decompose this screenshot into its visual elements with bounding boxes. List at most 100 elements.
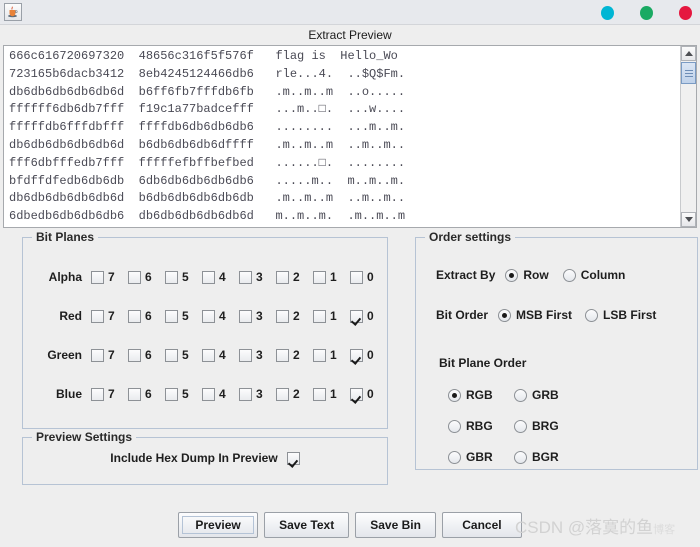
bit-cell: 6 (128, 309, 165, 323)
checkbox-green-bit-4[interactable] (202, 348, 215, 362)
radio-bit-plane-order-rbg[interactable]: RBG (448, 419, 514, 433)
checkbox-blue-bit-1[interactable] (313, 387, 326, 401)
checkbox-alpha-bit-2[interactable] (276, 270, 289, 284)
window-minimize-button[interactable] (601, 5, 614, 20)
checkbox-blue-bit-7[interactable] (91, 387, 104, 401)
bit-number-label: 7 (108, 309, 115, 323)
preview-vertical-scrollbar[interactable] (680, 46, 696, 227)
checkbox-blue-bit-5[interactable] (165, 387, 178, 401)
bit-cell: 7 (91, 387, 128, 401)
bit-number-label: 2 (293, 309, 300, 323)
bit-cell: 5 (165, 270, 202, 284)
window-close-button[interactable] (679, 5, 692, 20)
radio-label: LSB First (603, 308, 657, 322)
radio-indicator[interactable] (448, 450, 461, 464)
radio-indicator[interactable] (498, 308, 512, 322)
java-coffee-cup-icon (4, 3, 22, 21)
hex-dump-textarea[interactable]: 666c616720697320 48656c316f5f576f flag i… (4, 46, 680, 227)
bit-number-label: 0 (367, 387, 374, 401)
bit-cell: 0 (350, 348, 387, 362)
checkbox-red-bit-1[interactable] (313, 309, 326, 323)
bit-cell: 6 (128, 348, 165, 362)
bit-plane-order-label: Bit Plane Order (439, 356, 527, 370)
checkbox-alpha-bit-6[interactable] (128, 270, 141, 284)
checkbox-red-bit-2[interactable] (276, 309, 289, 323)
radio-bit-plane-order-brg[interactable]: BRG (514, 419, 580, 433)
checkbox-green-bit-3[interactable] (239, 348, 252, 362)
checkbox-alpha-bit-1[interactable] (313, 270, 326, 284)
bit-plane-row-green: Green 7 6 5 4 3 2 1 0 (23, 344, 387, 366)
checkbox-alpha-bit-0[interactable] (350, 270, 363, 284)
bit-cell: 5 (165, 348, 202, 362)
cancel-button[interactable]: Cancel (441, 512, 522, 538)
checkbox-alpha-bit-4[interactable] (202, 270, 215, 284)
scroll-down-arrow-icon[interactable] (681, 212, 696, 227)
checkbox-red-bit-4[interactable] (202, 309, 215, 323)
scrollbar-thumb[interactable] (681, 62, 696, 84)
checkbox-alpha-bit-5[interactable] (165, 270, 178, 284)
radio-extract-by-column[interactable]: Column (562, 268, 626, 282)
radio-bit-plane-order-bgr[interactable]: BGR (514, 450, 580, 464)
window-maximize-button[interactable] (640, 5, 653, 20)
extract-by-label: Extract By (436, 268, 496, 282)
save-text-button[interactable]: Save Text (264, 512, 350, 538)
radio-label: MSB First (516, 308, 573, 322)
radio-indicator[interactable] (514, 450, 527, 464)
checkbox-green-bit-7[interactable] (91, 348, 104, 362)
bit-plane-row-blue: Blue 7 6 5 4 3 2 1 0 (23, 383, 387, 405)
checkbox-alpha-bit-3[interactable] (239, 270, 252, 284)
preview-button[interactable]: Preview (178, 512, 259, 538)
radio-bit-plane-order-grb[interactable]: GRB (514, 388, 580, 402)
radio-indicator[interactable] (448, 419, 461, 433)
bit-cell: 3 (239, 387, 276, 401)
radio-label: Column (580, 268, 626, 282)
radio-bit-plane-order-rgb[interactable]: RGB (448, 388, 514, 402)
checkbox-red-bit-0[interactable] (350, 309, 363, 323)
bit-number-label: 6 (145, 309, 152, 323)
radio-extract-by-row[interactable]: Row (505, 268, 549, 282)
radio-indicator[interactable] (514, 419, 527, 433)
checkbox-blue-bit-0[interactable] (350, 387, 363, 401)
radio-bit-plane-order-gbr[interactable]: GBR (448, 450, 514, 464)
checkbox-green-bit-1[interactable] (313, 348, 326, 362)
checkbox-red-bit-5[interactable] (165, 309, 178, 323)
radio-indicator[interactable] (514, 388, 527, 402)
checkbox-green-bit-5[interactable] (165, 348, 178, 362)
radio-indicator[interactable] (505, 268, 519, 282)
bit-number-label: 3 (256, 387, 263, 401)
bit-cell: 6 (128, 387, 165, 401)
bit-plane-channel-label: Red (59, 309, 82, 323)
radio-label: RBG (466, 419, 493, 433)
bit-cell: 4 (202, 348, 239, 362)
extract-preview-dialog: Extract Preview 666c616720697320 48656c3… (0, 0, 700, 547)
bit-number-label: 0 (367, 348, 374, 362)
checkbox-red-bit-7[interactable] (91, 309, 104, 323)
bit-cell: 7 (91, 348, 128, 362)
radio-indicator[interactable] (448, 388, 461, 402)
save-bin-button[interactable]: Save Bin (355, 512, 436, 538)
checkbox-green-bit-2[interactable] (276, 348, 289, 362)
radio-bit-order-msb-first[interactable]: MSB First (498, 308, 572, 322)
checkbox-blue-bit-3[interactable] (239, 387, 252, 401)
checkbox-blue-bit-2[interactable] (276, 387, 289, 401)
bit-order-label: Bit Order (436, 308, 489, 322)
checkbox-red-bit-6[interactable] (128, 309, 141, 323)
checkbox-green-bit-6[interactable] (128, 348, 141, 362)
checkbox-red-bit-3[interactable] (239, 309, 252, 323)
bit-number-label: 1 (330, 309, 337, 323)
radio-label: GRB (532, 388, 559, 402)
bit-cell: 4 (202, 387, 239, 401)
checkbox-green-bit-0[interactable] (350, 348, 363, 362)
radio-indicator[interactable] (585, 308, 599, 322)
radio-bit-order-lsb-first[interactable]: LSB First (585, 308, 656, 322)
scroll-up-arrow-icon[interactable] (681, 46, 696, 61)
bit-cell: 6 (128, 270, 165, 284)
include-hex-dump-checkbox[interactable] (286, 451, 300, 465)
checkbox-blue-bit-6[interactable] (128, 387, 141, 401)
checkbox-blue-bit-4[interactable] (202, 387, 215, 401)
bit-number-label: 7 (108, 348, 115, 362)
window-controls (601, 0, 692, 25)
checkbox-alpha-bit-7[interactable] (91, 270, 104, 284)
radio-indicator[interactable] (562, 268, 576, 282)
bit-cell: 0 (350, 270, 387, 284)
